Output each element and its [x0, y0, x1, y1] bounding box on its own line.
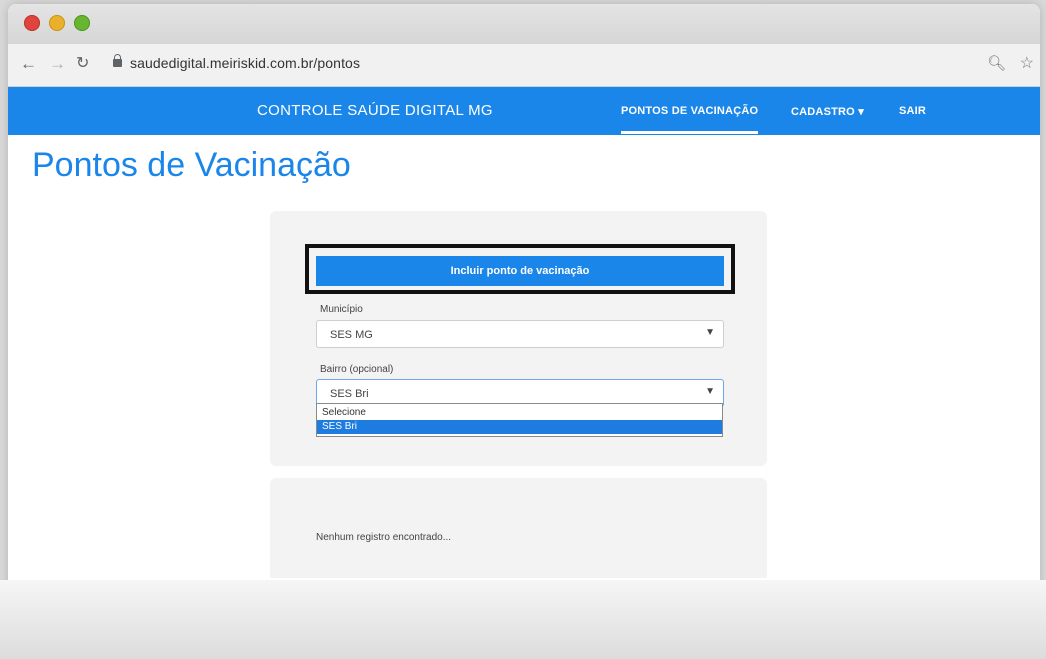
bairro-dropdown-list: Selecione SES Bri: [316, 403, 723, 437]
bookmark-star-icon[interactable]: ☆: [1020, 53, 1034, 73]
municipio-select[interactable]: SES MG ▼: [316, 320, 724, 348]
top-navbar: CONTROLE SAÚDE DIGITAL MG PONTOS DE VACI…: [8, 87, 1040, 135]
municipio-value: SES MG: [330, 329, 373, 341]
chevron-down-icon: ▼: [705, 386, 715, 397]
forward-arrow-icon[interactable]: →: [49, 54, 66, 74]
close-window-button[interactable]: [24, 15, 40, 31]
dropdown-option[interactable]: Selecione: [317, 406, 722, 420]
maximize-window-button[interactable]: [74, 15, 90, 31]
back-arrow-icon[interactable]: ←: [20, 54, 37, 74]
results-card: [270, 478, 767, 578]
zoom-icon[interactable]: 🔍︎: [987, 54, 1006, 72]
address-bar[interactable]: saudedigital.meiriskid.com.br/pontos: [130, 55, 360, 71]
highlight-box: [305, 244, 735, 294]
dropdown-option-selected[interactable]: SES Bri: [317, 420, 722, 434]
chevron-down-icon: ▼: [705, 327, 715, 338]
page-title: Pontos de Vacinação: [32, 146, 351, 184]
nav-cadastro-dropdown[interactable]: CADASTRO ▾: [791, 105, 864, 118]
empty-results-message: Nenhum registro encontrado...: [316, 532, 452, 543]
municipio-label: Município: [320, 304, 363, 315]
browser-toolbar: ← → ↻ saudedigital.meiriskid.com.br/pont…: [8, 44, 1040, 87]
nav-pontos-de-vacinacao[interactable]: PONTOS DE VACINAÇÃO: [621, 105, 759, 134]
reload-icon[interactable]: ↻: [76, 54, 89, 74]
brand-title[interactable]: CONTROLE SAÚDE DIGITAL MG: [257, 102, 493, 119]
page-bottom-area: [0, 580, 1046, 659]
bairro-value: SES Bri: [330, 388, 369, 400]
title-bar: [8, 4, 1040, 44]
lock-icon: [113, 54, 122, 67]
bairro-label: Bairro (opcional): [320, 364, 394, 375]
nav-sair[interactable]: SAIR: [899, 105, 926, 117]
minimize-window-button[interactable]: [49, 15, 65, 31]
